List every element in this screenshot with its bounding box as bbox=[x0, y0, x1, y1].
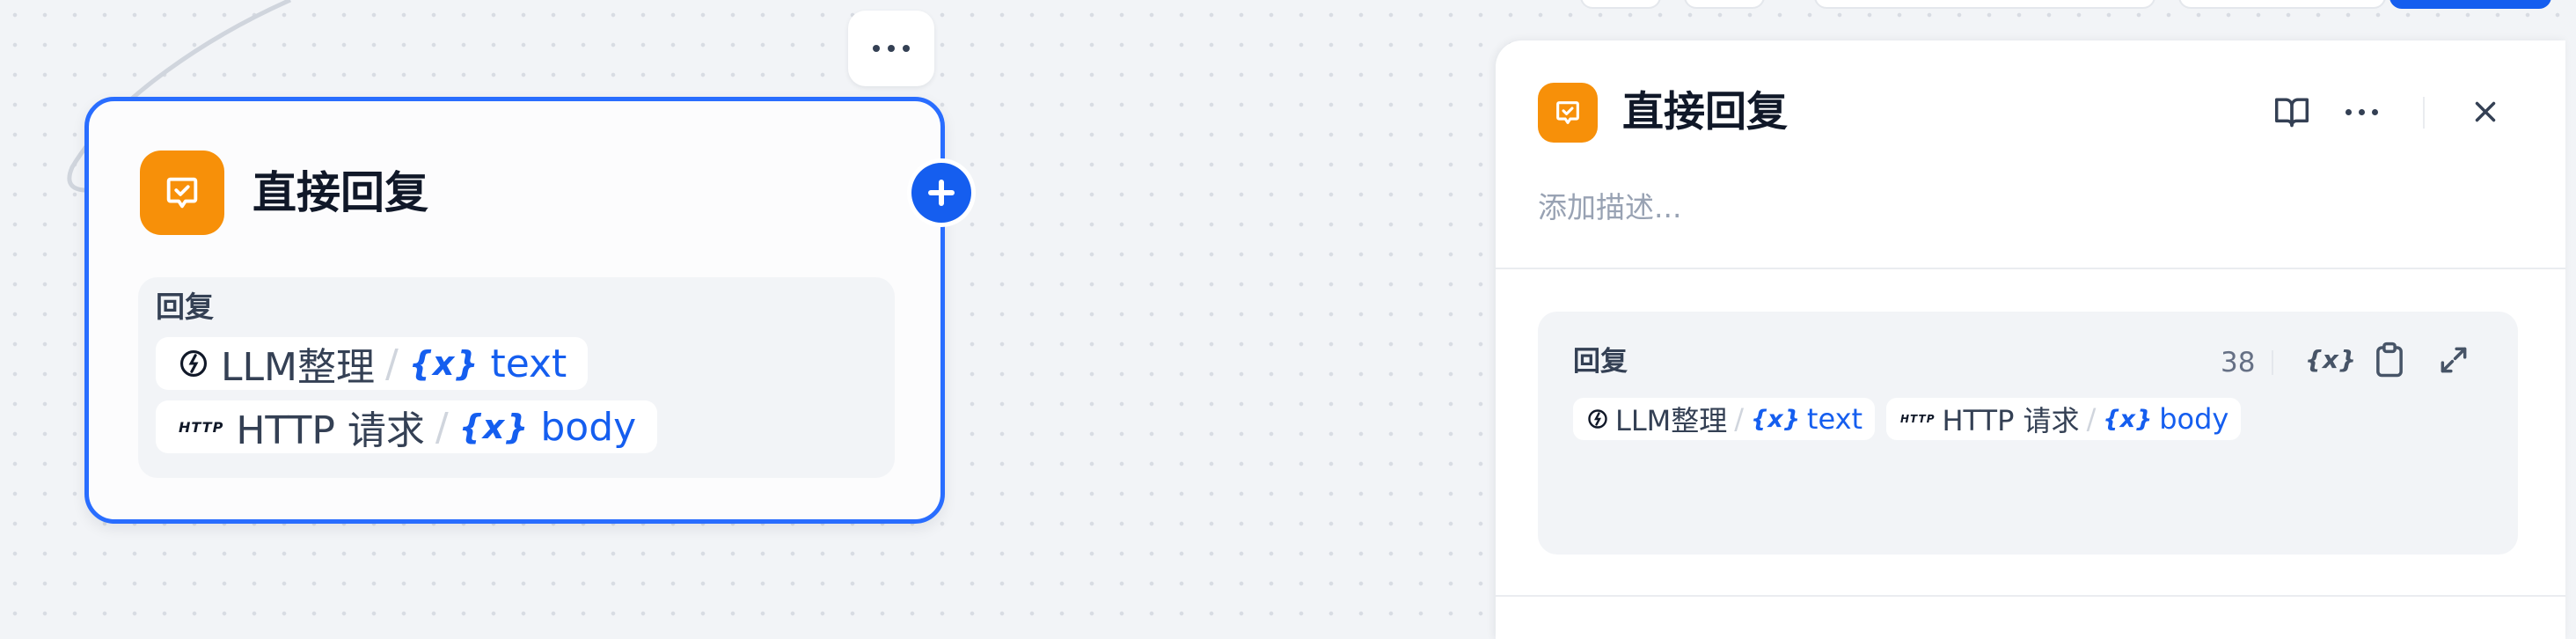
panel-title[interactable]: 直接回复 bbox=[1622, 86, 1788, 139]
toolbar-divider bbox=[2272, 350, 2273, 375]
insert-variable-icon[interactable]: {x} bbox=[2305, 345, 2356, 374]
more-dot bbox=[2359, 109, 2365, 115]
variable-tag-llm: LLM整理 / {x} text bbox=[156, 337, 589, 390]
toolbar-button[interactable] bbox=[2178, 0, 2386, 9]
reply-preview: 回复 LLM整理 / {x} text HTTP HTTP 请求 / {x} b… bbox=[138, 277, 895, 478]
path-separator: / bbox=[1734, 402, 1745, 436]
source-node-name: LLM整理 bbox=[1615, 404, 1728, 437]
variable-name: text bbox=[1806, 402, 1863, 436]
reply-label: 回复 bbox=[156, 290, 214, 324]
http-icon: HTTP bbox=[179, 418, 224, 436]
divider bbox=[1496, 268, 2565, 269]
char-count: 38 bbox=[2221, 347, 2256, 378]
variable-tag-llm: LLM整理 / {x} text bbox=[1573, 398, 1876, 440]
source-node-name: HTTP 请求 bbox=[236, 408, 425, 453]
source-node-name: LLM整理 bbox=[221, 345, 375, 390]
toolbar-button[interactable] bbox=[1814, 0, 2155, 9]
book-open-icon[interactable] bbox=[2273, 95, 2310, 132]
answer-node[interactable]: 直接回复 回复 LLM整理 / {x} text HTTP HTTP 请求 / … bbox=[84, 97, 945, 524]
path-separator: / bbox=[435, 404, 449, 450]
node-title: 直接回复 bbox=[252, 167, 428, 218]
variable-icon: {x} bbox=[458, 408, 529, 446]
close-icon[interactable] bbox=[2469, 95, 2502, 132]
path-separator: / bbox=[2086, 402, 2097, 436]
answer-icon bbox=[1538, 83, 1598, 143]
source-node-name: HTTP 请求 bbox=[1942, 404, 2080, 437]
variable-name: body bbox=[540, 404, 637, 450]
more-dot bbox=[2372, 109, 2378, 115]
llm-icon bbox=[179, 349, 209, 378]
toolbar-button[interactable] bbox=[1684, 0, 1765, 9]
variable-name: body bbox=[2159, 402, 2229, 436]
expand-icon[interactable] bbox=[2437, 343, 2470, 380]
add-next-node-button[interactable] bbox=[911, 163, 971, 223]
toolbar-button[interactable] bbox=[1580, 0, 1661, 9]
publish-button[interactable] bbox=[2389, 0, 2551, 9]
more-dot bbox=[903, 45, 910, 52]
http-icon: HTTP bbox=[1900, 413, 1936, 425]
more-dot bbox=[2345, 109, 2352, 115]
path-separator: / bbox=[385, 341, 399, 386]
reply-editor[interactable]: 回复 38 {x} LLM整理 / {x} text HTTP HTTP 请求 … bbox=[1538, 312, 2518, 555]
reply-label: 回复 bbox=[1573, 346, 1628, 378]
more-dot bbox=[888, 45, 895, 52]
copy-icon[interactable] bbox=[2374, 342, 2405, 382]
variable-tag-http: HTTP HTTP 请求 / {x} body bbox=[156, 400, 658, 453]
variable-name: text bbox=[490, 341, 567, 386]
variable-icon: {x} bbox=[408, 344, 479, 383]
answer-icon bbox=[140, 151, 224, 235]
llm-icon bbox=[1587, 408, 1608, 430]
divider bbox=[1496, 595, 2565, 597]
node-more-menu-button[interactable] bbox=[848, 11, 934, 86]
variable-icon: {x} bbox=[1751, 405, 1800, 433]
more-dot bbox=[873, 45, 880, 52]
variable-icon: {x} bbox=[2103, 405, 2153, 433]
more-options-icon[interactable] bbox=[2345, 109, 2378, 115]
header-divider bbox=[2423, 97, 2425, 129]
description-input[interactable]: 添加描述... bbox=[1538, 190, 1681, 225]
node-config-panel: 直接回复 添加描述... 回复 38 {x} LLM整理 / {x} text … bbox=[1496, 40, 2565, 639]
variable-tag-http: HTTP HTTP 请求 / {x} body bbox=[1886, 398, 2242, 440]
